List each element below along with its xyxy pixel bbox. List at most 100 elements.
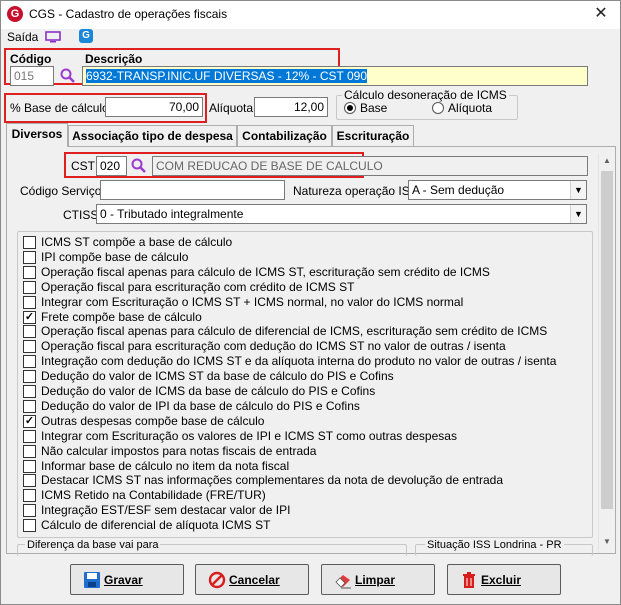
codigo-field[interactable]: 015 <box>10 66 54 86</box>
checkbox[interactable] <box>23 489 36 503</box>
checkbox-label: Outras despesas compõe base de cálculo <box>41 413 265 428</box>
menu-bar: Saída G <box>1 29 620 49</box>
checkbox[interactable] <box>23 474 36 488</box>
main-window: G CGS - Cadastro de operações fiscais ✕ … <box>0 0 621 605</box>
checkbox-label: ICMS Retido na Contabilidade (FRE/TUR) <box>41 488 266 503</box>
descricao-selected-text: 6932-TRANSP.INIC.UF DIVERSAS - 12% - CST… <box>86 69 367 83</box>
checkbox-label: Integrar com Escrituração os valores de … <box>41 428 457 443</box>
ctiss-label: CTISS <box>63 208 99 222</box>
checkbox[interactable] <box>23 355 36 369</box>
checkbox-label: Integrar com Escrituração o ICMS ST + IC… <box>41 294 464 309</box>
gravar-label: Gravar <box>104 573 143 587</box>
checkbox[interactable] <box>23 459 36 473</box>
cst-label: CST <box>71 159 95 173</box>
aliquota-label: Alíquota <box>209 101 254 115</box>
checkbox-label: Operação fiscal apenas para cálculo de d… <box>41 324 548 339</box>
natureza-iss-label: Natureza operação ISS <box>293 184 418 198</box>
tab-diversos[interactable]: Diversos <box>6 123 68 147</box>
desoneracao-title: Cálculo desoneração de ICMS <box>342 88 509 102</box>
radio-base-label: Base <box>360 101 388 115</box>
checkbox-label: Dedução do valor de ICMS da base de cálc… <box>41 384 376 398</box>
checkbox[interactable] <box>23 385 36 398</box>
checkbox[interactable] <box>23 429 36 443</box>
window-title: CGS - Cadastro de operações fiscais <box>29 7 228 21</box>
title-bar: G CGS - Cadastro de operações fiscais ✕ <box>1 1 620 29</box>
checkbox[interactable] <box>23 504 36 518</box>
checkbox[interactable] <box>23 236 36 249</box>
cst-description-field: COM REDUCAO DE BASE DE CALCULO <box>152 156 588 176</box>
excluir-button[interactable]: Excluir <box>447 564 561 595</box>
checkbox-label: Integração com dedução do ICMS ST e da a… <box>41 354 557 369</box>
tab-escrituracao[interactable]: Escrituração <box>332 125 414 147</box>
help-g-icon[interactable]: G <box>79 29 93 43</box>
cancel-icon <box>208 571 226 589</box>
app-logo-icon: G <box>7 6 23 22</box>
monitor-icon[interactable] <box>45 31 61 43</box>
checkbox-label: Operação fiscal para escrituração com de… <box>41 339 506 354</box>
menu-saida[interactable]: Saída <box>7 30 38 44</box>
natureza-iss-select[interactable]: A - Sem dedução ▼ <box>408 180 587 200</box>
ctiss-value: 0 - Tributado integralmente <box>100 207 244 221</box>
situacao-iss-title: Situação ISS Londrina - PR <box>425 539 564 551</box>
checkbox-label: Não calcular impostos para notas fiscais… <box>41 443 317 458</box>
trash-icon <box>463 572 475 588</box>
base-calculo-label: % Base de cálculo <box>10 101 109 115</box>
scroll-down-icon[interactable]: ▼ <box>602 537 612 546</box>
tab-associacao-tipo-despesa[interactable]: Associação tipo de despesa <box>68 125 237 147</box>
checkbox-label: Destacar ICMS ST nas informações complem… <box>41 473 504 488</box>
descricao-label: Descrição <box>85 52 143 66</box>
checkbox-label: Operação fiscal apenas para cálculo de I… <box>41 264 490 279</box>
codigo-servico-label: Código Serviço <box>20 184 102 198</box>
vertical-scrollbar[interactable]: ▲ ▼ <box>598 153 615 553</box>
checkbox-label: Dedução do valor de ICMS ST da base de c… <box>41 369 394 384</box>
scrollbar-thumb[interactable] <box>601 171 613 509</box>
scroll-up-icon[interactable]: ▲ <box>602 156 612 165</box>
cancelar-label: Cancelar <box>229 573 280 587</box>
checkbox[interactable]: ✓ <box>23 310 36 324</box>
search-codigo-icon[interactable] <box>59 67 77 85</box>
checkbox[interactable] <box>23 295 36 309</box>
search-cst-icon[interactable] <box>130 157 148 175</box>
chevron-down-icon[interactable]: ▼ <box>570 205 586 223</box>
radio-aliquota[interactable] <box>432 102 444 114</box>
descricao-field[interactable]: 6932-TRANSP.INIC.UF DIVERSAS - 12% - CST… <box>82 66 588 86</box>
excluir-label: Excluir <box>481 573 522 587</box>
checkbox[interactable] <box>23 280 36 294</box>
checkbox[interactable] <box>23 519 36 533</box>
close-button[interactable]: ✕ <box>590 4 612 24</box>
gravar-button[interactable]: Gravar <box>70 564 184 595</box>
codigo-label: Código <box>10 52 52 66</box>
diferenca-base-title: Diferença da base vai para <box>25 539 161 551</box>
codigo-servico-field[interactable] <box>100 180 285 200</box>
cst-field[interactable]: 020 <box>96 156 127 176</box>
checkbox-label: Cálculo de diferencial de alíquota ICMS … <box>41 518 271 533</box>
limpar-label: Limpar <box>355 573 396 587</box>
radio-aliquota-label: Alíquota <box>448 101 493 115</box>
tab-contabilizacao[interactable]: Contabilização <box>237 125 332 147</box>
checkbox-label: Frete compõe base de cálculo <box>41 309 202 324</box>
checkbox[interactable] <box>23 370 36 384</box>
base-calculo-field[interactable]: 70,00 <box>105 97 203 117</box>
checkbox[interactable] <box>23 340 36 354</box>
save-icon <box>84 572 100 588</box>
checkbox-label: Dedução do valor de IPI da base de cálcu… <box>41 398 360 413</box>
checkbox-label: Informar base de cálculo no item da nota… <box>41 458 290 473</box>
natureza-iss-value: A - Sem dedução <box>412 183 505 197</box>
checkbox-label: Operação fiscal para escrituração com cr… <box>41 279 355 294</box>
limpar-button[interactable]: Limpar <box>321 564 435 595</box>
chevron-down-icon[interactable]: ▼ <box>570 181 586 199</box>
checkbox-label: Integração EST/ESF sem destacar valor de… <box>41 503 291 518</box>
checkbox[interactable]: ✓ <box>23 414 36 428</box>
checkbox-label: IPI compõe base de cálculo <box>41 249 189 264</box>
aliquota-field[interactable]: 12,00 <box>254 97 328 117</box>
radio-base[interactable] <box>344 102 356 114</box>
cancelar-button[interactable]: Cancelar <box>195 564 309 595</box>
checkbox[interactable] <box>23 399 36 413</box>
ctiss-select[interactable]: 0 - Tributado integralmente ▼ <box>96 204 587 224</box>
checkbox-label: ICMS ST compõe a base de cálculo <box>41 235 233 249</box>
checkbox[interactable] <box>23 265 36 279</box>
checkbox[interactable] <box>23 444 36 458</box>
checkbox[interactable] <box>23 250 36 264</box>
checkbox[interactable] <box>23 325 36 339</box>
eraser-icon <box>335 575 351 589</box>
